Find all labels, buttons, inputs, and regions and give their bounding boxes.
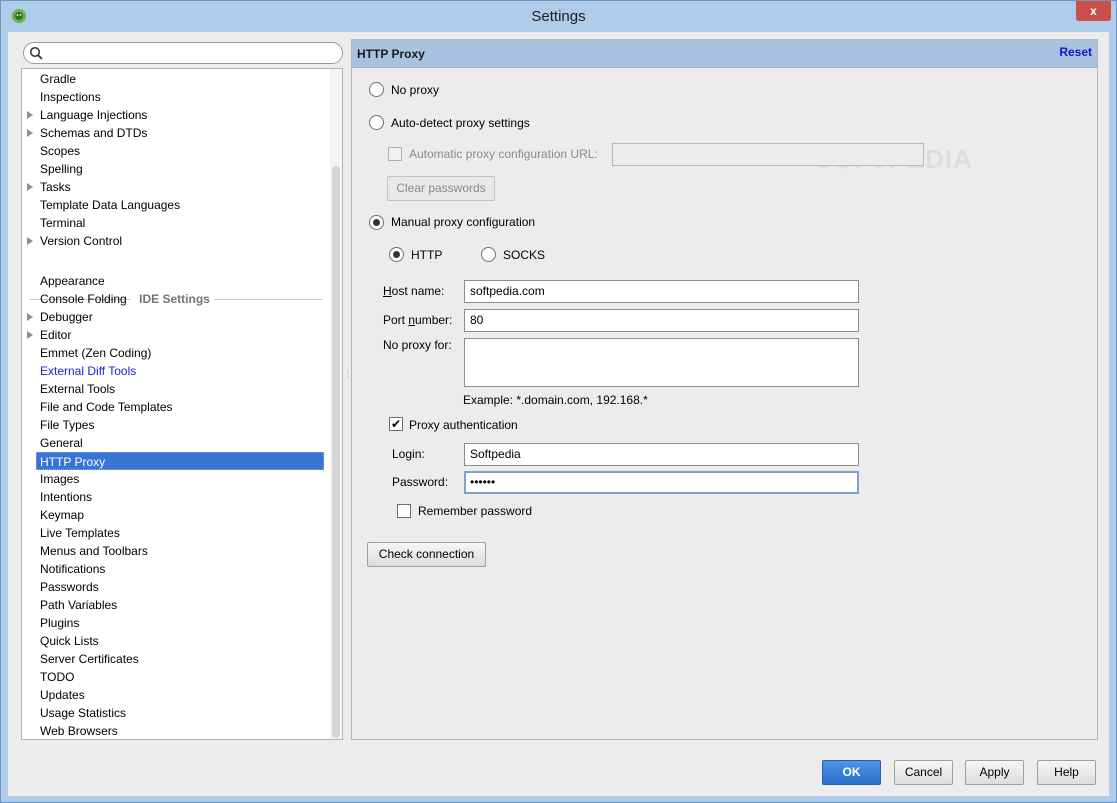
tree-item[interactable]: Intentions bbox=[38, 488, 94, 506]
http-radio[interactable] bbox=[389, 247, 404, 262]
port-number-label: Port number: bbox=[383, 313, 453, 327]
tree-item[interactable]: Path Variables bbox=[38, 596, 119, 614]
proxy-auth-label: Proxy authentication bbox=[409, 418, 518, 432]
check-connection-button[interactable]: Check connection bbox=[367, 542, 486, 567]
tree-item[interactable]: Web Browsers bbox=[38, 722, 120, 739]
login-field[interactable]: Softpedia bbox=[464, 443, 859, 466]
tree-item[interactable]: External Tools bbox=[38, 380, 117, 398]
expand-arrow-icon[interactable] bbox=[26, 308, 35, 326]
tree-item[interactable]: Terminal bbox=[38, 214, 87, 232]
tree-item[interactable]: Plugins bbox=[38, 614, 81, 632]
tree-item[interactable]: Gradle bbox=[38, 70, 78, 88]
port-number-field[interactable]: 80 bbox=[464, 309, 859, 332]
tree-item[interactable]: File and Code Templates bbox=[38, 398, 175, 416]
expand-arrow-icon[interactable] bbox=[26, 178, 35, 196]
cancel-button[interactable]: Cancel bbox=[894, 760, 953, 785]
auto-config-url-label: Automatic proxy configuration URL: bbox=[409, 147, 598, 161]
tree-item[interactable]: Passwords bbox=[38, 578, 101, 596]
tree-item[interactable]: File Types bbox=[38, 416, 96, 434]
tree-item[interactable]: General bbox=[38, 434, 85, 452]
tree-item[interactable]: Tasks bbox=[38, 178, 73, 196]
apply-button[interactable]: Apply bbox=[965, 760, 1024, 785]
ok-button[interactable]: OK bbox=[822, 760, 881, 785]
reset-link[interactable]: Reset bbox=[1059, 45, 1092, 59]
login-label: Login: bbox=[392, 447, 425, 461]
expand-arrow-icon[interactable] bbox=[26, 326, 35, 344]
tree-item[interactable]: Emmet (Zen Coding) bbox=[38, 344, 153, 362]
tree-item[interactable]: Menus and Toolbars bbox=[38, 542, 150, 560]
expand-arrow-icon[interactable] bbox=[26, 106, 35, 124]
help-button[interactable]: Help bbox=[1037, 760, 1096, 785]
search-icon bbox=[29, 46, 43, 60]
expand-arrow-icon[interactable] bbox=[26, 124, 35, 142]
expand-arrow-icon[interactable] bbox=[26, 232, 35, 250]
http-proxy-panel: HTTP Proxy Reset SOFTPEDIA No proxy Auto… bbox=[351, 39, 1098, 740]
manual-proxy-label: Manual proxy configuration bbox=[391, 215, 536, 229]
remember-password-checkbox[interactable] bbox=[397, 504, 411, 518]
settings-tree[interactable]: IDE Settings Gradle Inspections Language I… bbox=[21, 68, 343, 740]
auto-config-url-field[interactable] bbox=[612, 143, 924, 166]
search-input[interactable] bbox=[23, 42, 343, 64]
tree-item[interactable]: External Diff Tools bbox=[38, 362, 138, 380]
tree-scrollbar[interactable] bbox=[330, 69, 342, 739]
no-proxy-label: No proxy bbox=[391, 83, 440, 97]
http-label: HTTP bbox=[411, 248, 443, 262]
tree-item[interactable]: Spelling bbox=[38, 160, 85, 178]
tree-item[interactable]: Quick Lists bbox=[38, 632, 101, 650]
tree-item[interactable]: TODO bbox=[38, 668, 76, 686]
tree-item[interactable]: Debugger bbox=[38, 308, 95, 326]
tree-item[interactable]: HTTP Proxy bbox=[36, 452, 324, 470]
settings-window: Settings x IDE Settings Gradle Inspection… bbox=[0, 0, 1117, 803]
tree-item[interactable]: Notifications bbox=[38, 560, 107, 578]
socks-radio[interactable] bbox=[481, 247, 496, 262]
host-name-label: Host name: bbox=[383, 284, 445, 298]
password-label: Password: bbox=[392, 475, 449, 489]
section-label: IDE Settings bbox=[135, 290, 214, 308]
tree-item[interactable]: Template Data Languages bbox=[38, 196, 182, 214]
example-text: Example: *.domain.com, 192.168.* bbox=[463, 393, 648, 407]
auto-detect-radio[interactable] bbox=[369, 115, 384, 130]
tree-item[interactable]: Editor bbox=[38, 326, 73, 344]
tree-scrollbar-thumb[interactable] bbox=[332, 166, 340, 738]
proxy-auth-checkbox[interactable]: ✔ bbox=[389, 417, 403, 431]
socks-label: SOCKS bbox=[503, 248, 546, 262]
tree-item[interactable]: Images bbox=[38, 470, 81, 488]
close-icon[interactable]: x bbox=[1076, 1, 1111, 21]
remember-password-label: Remember password bbox=[418, 504, 533, 518]
auto-detect-label: Auto-detect proxy settings bbox=[391, 116, 530, 130]
tree-item[interactable]: Scopes bbox=[38, 142, 82, 160]
password-field[interactable]: •••••• bbox=[464, 471, 859, 494]
tree-item[interactable]: Usage Statistics bbox=[38, 704, 128, 722]
panel-title: HTTP Proxy bbox=[357, 47, 425, 61]
tree-item[interactable]: Appearance bbox=[38, 272, 107, 290]
auto-config-url-checkbox[interactable] bbox=[388, 147, 402, 161]
tree-item[interactable]: Keymap bbox=[38, 506, 86, 524]
tree-item[interactable]: Server Certificates bbox=[38, 650, 141, 668]
panel-header: HTTP Proxy Reset bbox=[352, 40, 1097, 68]
manual-proxy-radio[interactable] bbox=[369, 215, 384, 230]
no-proxy-for-label: No proxy for: bbox=[383, 338, 452, 352]
title-bar[interactable]: Settings x bbox=[1, 1, 1116, 32]
tree-item[interactable]: Updates bbox=[38, 686, 87, 704]
dialog-body: IDE Settings Gradle Inspections Language I… bbox=[8, 32, 1109, 796]
tree-item[interactable]: Inspections bbox=[38, 88, 103, 106]
tree-item[interactable]: Live Templates bbox=[38, 524, 122, 542]
clear-passwords-button[interactable]: Clear passwords bbox=[387, 176, 495, 201]
tree-item[interactable]: Version Control bbox=[38, 232, 124, 250]
window-title: Settings bbox=[531, 8, 586, 25]
tree-item[interactable]: Language Injections bbox=[38, 106, 149, 124]
host-name-field[interactable]: softpedia.com bbox=[464, 280, 859, 303]
no-proxy-for-field[interactable] bbox=[464, 338, 859, 387]
splitter-handle[interactable]: ⋮ bbox=[344, 370, 352, 392]
tree-item[interactable]: Schemas and DTDs bbox=[38, 124, 149, 142]
no-proxy-radio[interactable] bbox=[369, 82, 384, 97]
tree-item[interactable]: Console Folding bbox=[38, 290, 129, 308]
